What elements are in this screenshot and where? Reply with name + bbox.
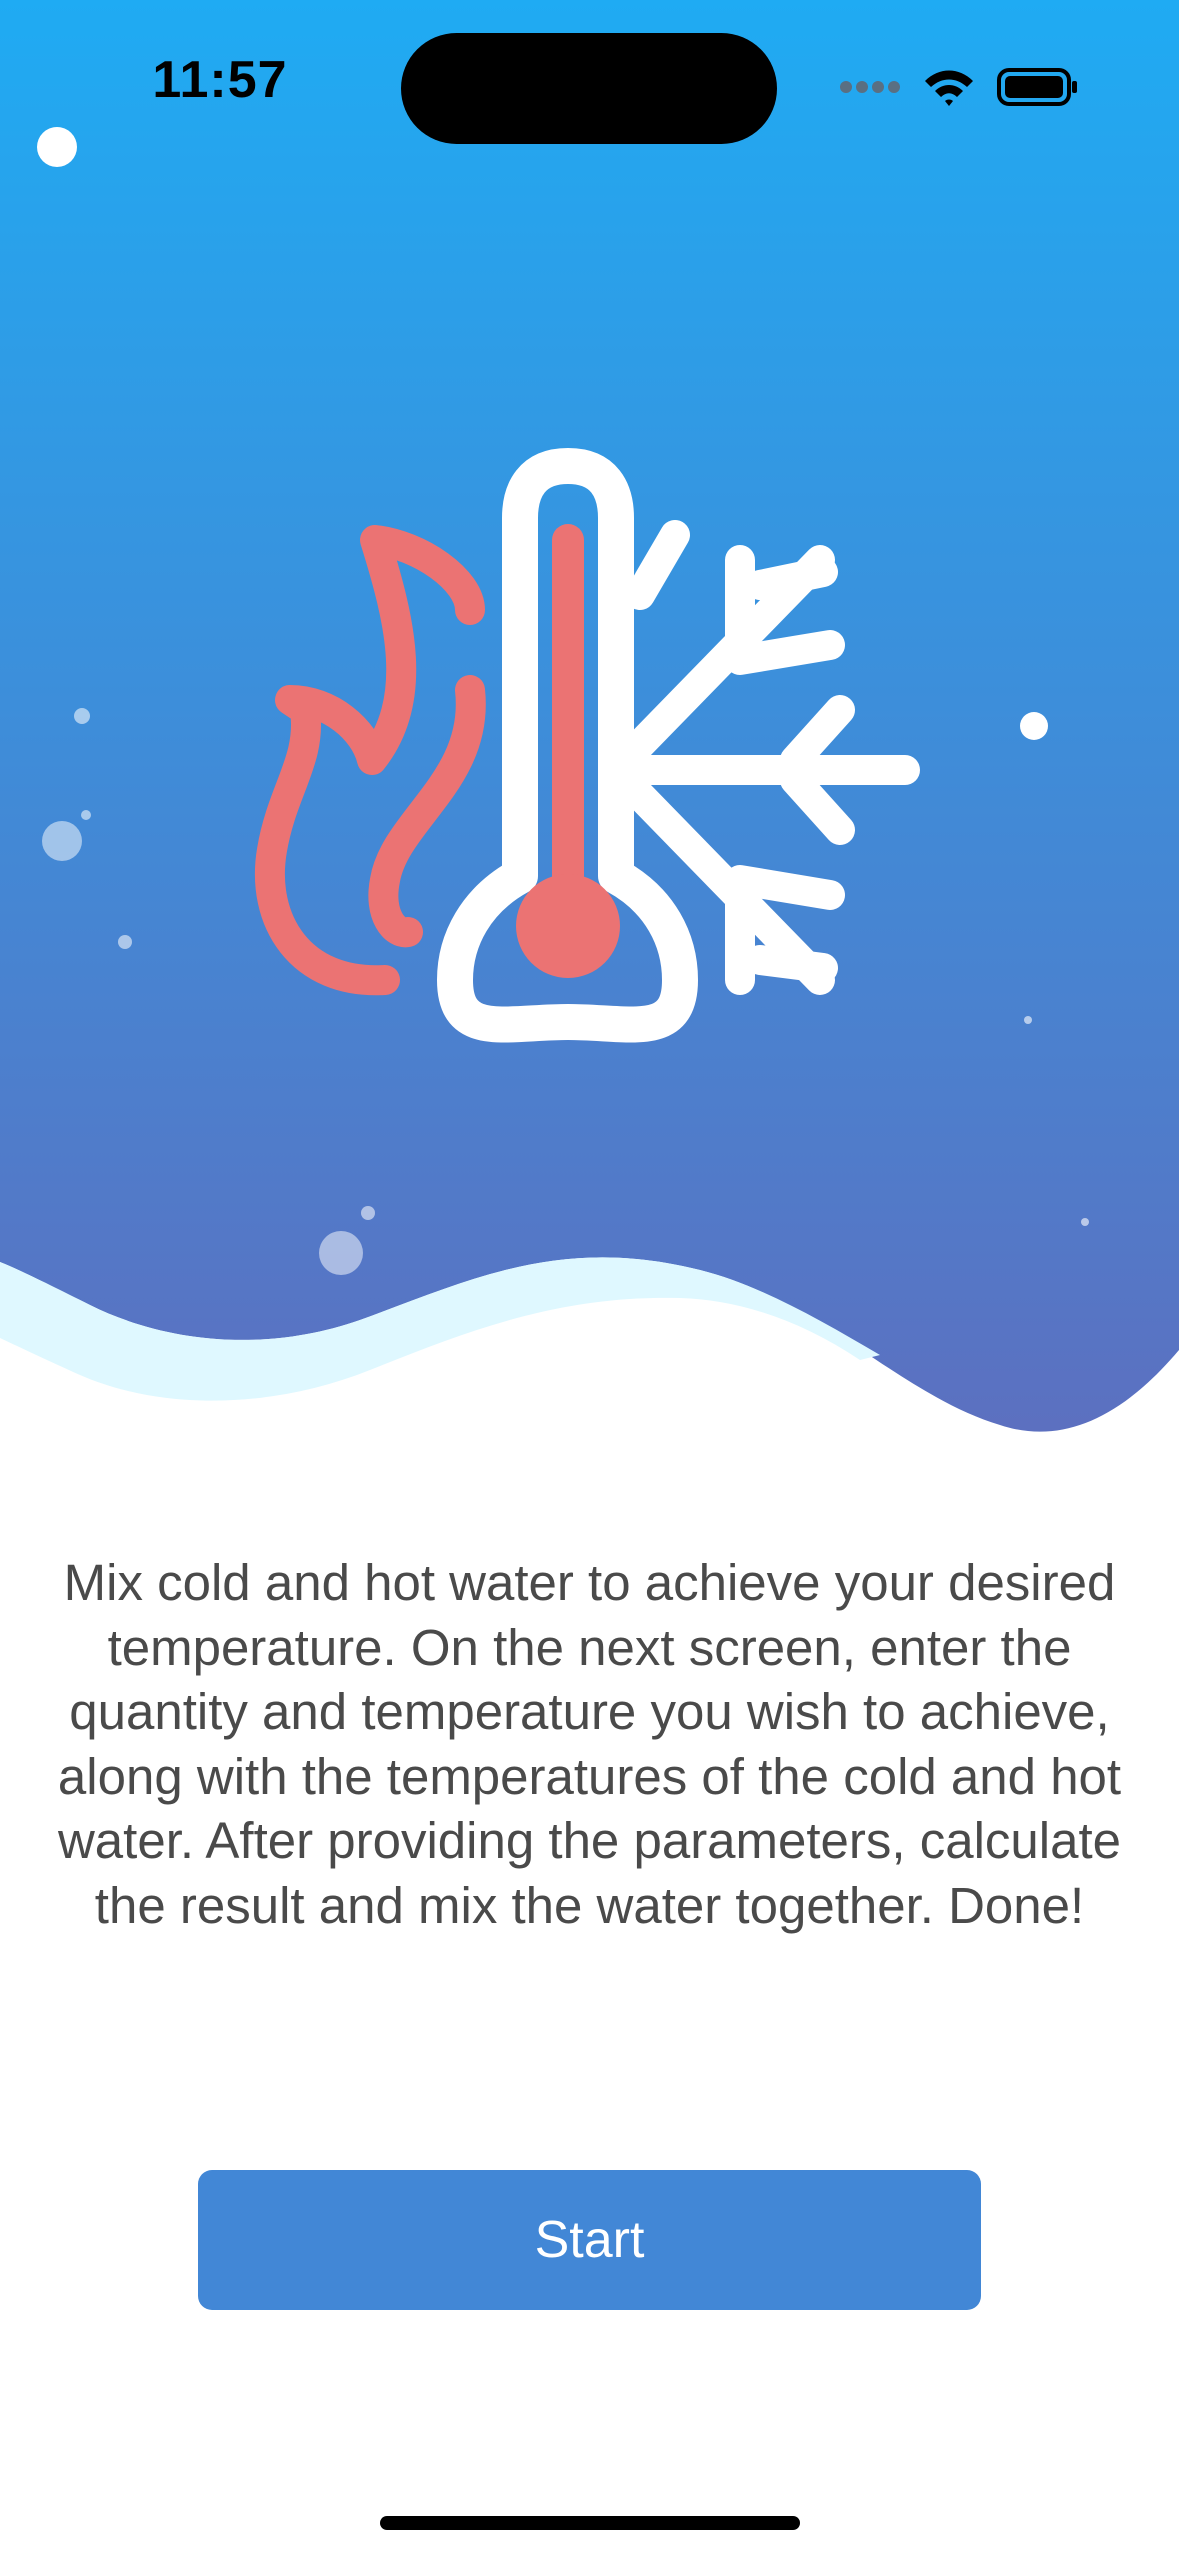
status-icons <box>839 62 1079 112</box>
status-time: 11:57 <box>152 51 288 109</box>
snow-dot <box>1081 1218 1089 1226</box>
battery-icon <box>997 68 1077 106</box>
wifi-icon <box>925 70 973 106</box>
home-indicator[interactable] <box>380 2516 800 2530</box>
hero-gradient-shape <box>0 0 1179 1432</box>
snow-dot <box>81 810 91 820</box>
signal-icon <box>840 81 900 93</box>
onboarding-screen: 11:57 Mix cold and hot water to achieve … <box>0 0 1179 2556</box>
thermometer-bulb <box>516 874 620 978</box>
dynamic-island <box>401 33 777 144</box>
snow-dot <box>1024 1016 1032 1024</box>
start-button[interactable]: Start <box>198 2170 981 2310</box>
intro-text: Mix cold and hot water to achieve your d… <box>57 1554 1122 1934</box>
snow-dot <box>74 708 90 724</box>
snow-dot <box>42 821 82 861</box>
hero-background <box>0 0 1179 1432</box>
snow-dot <box>1020 712 1048 740</box>
snow-dot <box>361 1206 375 1220</box>
status-bar: 11:57 <box>0 0 1179 175</box>
snow-dot <box>118 935 132 949</box>
snow-dot <box>319 1231 363 1275</box>
